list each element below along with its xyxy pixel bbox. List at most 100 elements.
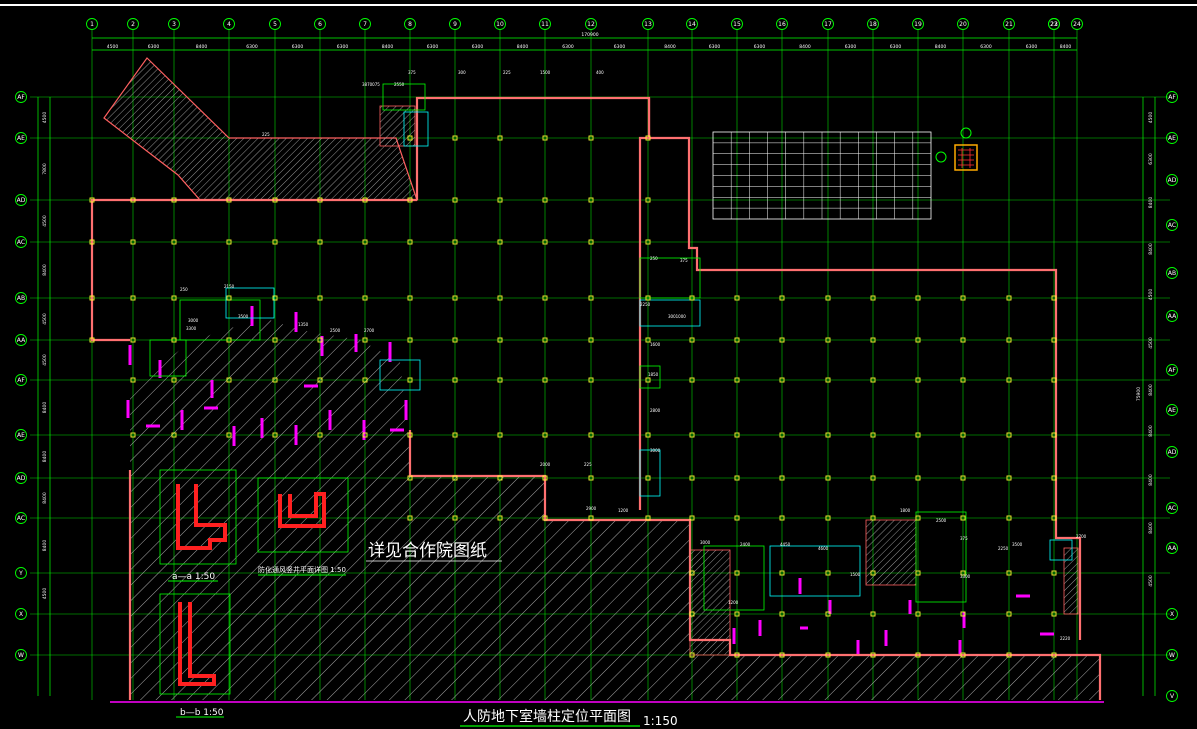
axis-label: AA xyxy=(1168,313,1177,320)
left-dimension-value: 8400 xyxy=(42,451,48,463)
dimension-annotation: 2000 xyxy=(540,462,551,467)
axis-label: X xyxy=(19,611,23,618)
left-dimension-value: 8400 xyxy=(42,492,48,504)
dimension-annotation: 1600 xyxy=(650,342,661,347)
axis-label: AD xyxy=(1168,449,1177,456)
axis-label: 12 xyxy=(587,21,595,28)
dimension-annotation: 1200 xyxy=(618,508,629,513)
top-dimension-value: 6300 xyxy=(980,44,992,50)
dimension-annotation: 2550 xyxy=(394,82,405,87)
axis-label: 19 xyxy=(914,21,922,28)
axis-label: AC xyxy=(17,515,25,522)
axis-label: 24 xyxy=(1073,21,1081,28)
axis-label: AD xyxy=(17,197,26,204)
axis-label: 6 xyxy=(318,21,322,28)
dimension-annotation: 3300 xyxy=(186,326,197,331)
axis-label: AA xyxy=(1168,545,1177,552)
dimension-annotation: 2900 xyxy=(586,506,597,511)
axis-label: 16 xyxy=(778,21,786,28)
right-dimension-value: 8400 xyxy=(1148,474,1154,486)
dimension-annotation: 2800 xyxy=(650,408,661,413)
dimension-annotation: 1800 xyxy=(900,508,911,513)
top-dimension-value: 6300 xyxy=(754,44,766,50)
dimension-annotation: 375 xyxy=(960,536,968,541)
floor-plan-drawing: 1 2 3 4 5 6 7 8 9 10 11 12 13 14 15 16 17 18 19 20 21 2223 244… xyxy=(0,0,1197,729)
axis-label: 20 xyxy=(959,21,967,28)
dimension-annotation: 1500 xyxy=(850,572,861,577)
top-dimension-value: 8400 xyxy=(517,44,529,50)
top-dimension-value: 6300 xyxy=(427,44,439,50)
axis-bubble-left-AA: AA xyxy=(15,334,27,346)
top-dimension-value: 6300 xyxy=(292,44,304,50)
axis-bubble-left-AD: AD xyxy=(15,194,27,206)
right-total-value: 75900 xyxy=(1136,387,1142,401)
axis-label: 18 xyxy=(869,21,877,28)
dimension-annotation: 250 xyxy=(650,256,658,261)
axis-label: AB xyxy=(17,295,25,302)
axis-label: 17 xyxy=(824,21,832,28)
top-dimension-value: 6300 xyxy=(845,44,857,50)
axis-label: AD xyxy=(17,475,26,482)
dimension-annotation: 375 xyxy=(680,258,688,263)
axis-label: Y xyxy=(18,570,23,577)
top-dimension-value: 4500 xyxy=(107,44,119,50)
dimension-annotation: 2700 xyxy=(1076,534,1087,539)
dimension-annotation: 3000 xyxy=(700,540,711,545)
right-dimension-value: 4500 xyxy=(1148,337,1154,349)
dimension-annotation: 2500 xyxy=(936,518,947,523)
axis-bubble-right-AE: AE xyxy=(1166,132,1178,144)
top-dimension-value: 6300 xyxy=(614,44,626,50)
left-dimension-value: 4500 xyxy=(42,215,48,227)
axis-label: AC xyxy=(1168,505,1176,512)
axis-label: 23 xyxy=(1050,21,1058,28)
axis-bubble-right-AC: AC xyxy=(1166,502,1178,514)
axis-label: 14 xyxy=(688,21,696,28)
axis-bubble-right-AE: AE xyxy=(1166,404,1178,416)
dimension-annotation: 3300 xyxy=(960,574,971,579)
dimension-annotation: 375 xyxy=(408,70,416,75)
dimension-annotation: 3870075 xyxy=(362,82,380,87)
axis-bubble-right-AA: AA xyxy=(1166,310,1178,322)
right-dimension-value: 4500 xyxy=(1148,112,1154,124)
top-dimension-value: 6300 xyxy=(709,44,721,50)
axis-bubble-left-AE: AE xyxy=(15,429,27,441)
axis-label: AE xyxy=(17,432,25,439)
dimension-annotation: 2400 xyxy=(740,542,751,547)
top-dimension-value: 6300 xyxy=(246,44,258,50)
axis-bubble-right-AD: AD xyxy=(1166,174,1178,186)
axis-label: 3 xyxy=(172,21,176,28)
top-dimension-value: 8400 xyxy=(1060,44,1072,50)
axis-label: 9 xyxy=(453,21,457,28)
dimension-annotation: 1500 xyxy=(540,70,551,75)
dimension-annotation: 300 xyxy=(458,70,466,75)
main-title: 人防地下室墙柱定位平面图 xyxy=(463,708,631,725)
axis-label: AB xyxy=(1168,270,1176,277)
axis-label: AF xyxy=(1168,367,1176,374)
axis-label: AD xyxy=(1168,177,1177,184)
axis-bubble-left-AD: AD xyxy=(15,472,27,484)
axis-label: AA xyxy=(17,337,26,344)
axis-label: 2 xyxy=(131,21,135,28)
dimension-annotation: 3000 xyxy=(650,448,661,453)
axis-bubble-right-AA: AA xyxy=(1166,542,1178,554)
left-dimension-value: 4500 xyxy=(42,588,48,600)
axis-label: W xyxy=(1169,652,1175,659)
axis-bubble-left-AC: AC xyxy=(15,236,27,248)
top-dimension-value: 8400 xyxy=(382,44,394,50)
right-dimension-value: 8400 xyxy=(1148,425,1154,437)
dimension-annotation: 2220 xyxy=(1060,636,1071,641)
axis-label: AE xyxy=(1168,407,1176,414)
dimension-annotation: 4450 xyxy=(780,542,791,547)
top-dimension-value: 6300 xyxy=(1026,44,1038,50)
top-total-value: 170900 xyxy=(581,32,598,38)
left-dimension-value: 7800 xyxy=(42,163,48,175)
axis-bubble-right-AB: AB xyxy=(1166,267,1178,279)
axis-label: AF xyxy=(1168,94,1176,101)
dimension-annotation: 250 xyxy=(180,287,188,292)
top-dimension-value: 8400 xyxy=(664,44,676,50)
dimension-annotation: 2150 xyxy=(224,284,235,289)
top-dimension-value: 8400 xyxy=(196,44,208,50)
axis-label: 13 xyxy=(644,21,652,28)
dimension-annotation: 4600 xyxy=(818,546,829,551)
axis-label: 10 xyxy=(496,21,504,28)
